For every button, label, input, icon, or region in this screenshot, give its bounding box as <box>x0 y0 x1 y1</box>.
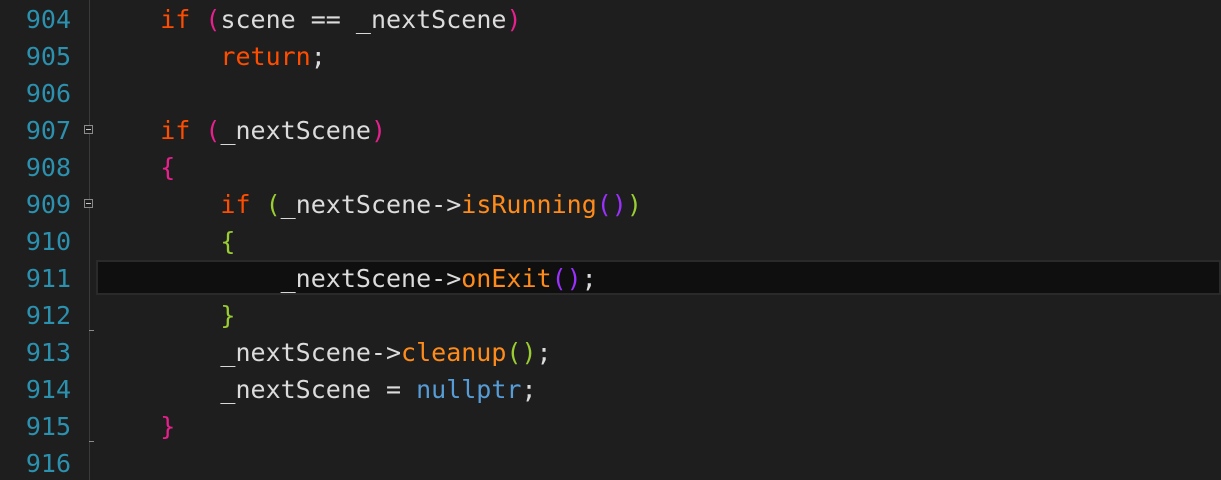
code-line[interactable]: 916 <box>0 445 1221 480</box>
code-token: ; <box>536 338 552 367</box>
code-token: } <box>220 301 236 330</box>
code-token: _nextScene-> <box>220 338 402 367</box>
code-text[interactable]: { <box>100 149 175 186</box>
code-token: ; <box>310 42 326 71</box>
code-token: ( <box>205 5 221 34</box>
code-text[interactable]: } <box>100 408 175 445</box>
code-token: return <box>220 42 311 71</box>
code-editor[interactable]: 904 if (scene == _nextScene) 905 return; 9… <box>0 0 1221 480</box>
code-token: ; <box>521 375 537 404</box>
code-token: isRunning <box>461 190 597 219</box>
code-line[interactable]: 904 if (scene == _nextScene) <box>0 1 1221 38</box>
line-number: 913 <box>25 338 71 367</box>
line-number: 907 <box>25 116 71 145</box>
code-token: { <box>160 153 176 182</box>
line-number: 910 <box>25 227 71 256</box>
code-text[interactable]: _nextScene->cleanup(); <box>100 334 552 371</box>
code-token: cleanup <box>401 338 507 367</box>
code-line[interactable]: 906 <box>0 75 1221 112</box>
fold-end-marker <box>89 330 94 331</box>
code-line[interactable]: 905 return; <box>0 38 1221 75</box>
line-number: 911 <box>25 264 71 293</box>
code-token: () <box>506 338 537 367</box>
code-line[interactable]: 911 _nextScene->onExit(); <box>0 260 1221 297</box>
line-number: 916 <box>25 449 71 478</box>
code-line[interactable]: 907 if (_nextScene) <box>0 112 1221 149</box>
code-token: if <box>160 5 191 34</box>
code-token: _nextScene-> <box>280 190 462 219</box>
code-line[interactable]: 914 _nextScene = nullptr; <box>0 371 1221 408</box>
code-text[interactable]: _nextScene = nullptr; <box>100 371 537 408</box>
code-line[interactable]: 910 { <box>0 223 1221 260</box>
code-token: _nextScene-> <box>280 264 462 293</box>
code-text[interactable]: { <box>100 223 235 260</box>
line-number: 915 <box>25 412 71 441</box>
code-text[interactable]: } <box>100 297 235 334</box>
code-token: if <box>220 190 251 219</box>
collapse-icon[interactable] <box>84 199 93 208</box>
code-text[interactable]: if (_nextScene->isRunning()) <box>100 186 642 223</box>
code-token: ( <box>265 190 281 219</box>
code-token: if <box>160 116 191 145</box>
code-text[interactable]: return; <box>100 38 326 75</box>
line-number: 905 <box>25 42 71 71</box>
code-token: ; <box>581 264 597 293</box>
code-token: ) <box>370 116 387 145</box>
code-token: ) <box>506 5 522 34</box>
code-token: ) <box>626 190 642 219</box>
line-number: 909 <box>25 190 71 219</box>
code-line[interactable]: 908 { <box>0 149 1221 186</box>
code-token: () <box>596 190 627 219</box>
code-token: onExit <box>461 264 552 293</box>
line-number: 914 <box>25 375 71 404</box>
code-token: () <box>551 264 582 293</box>
collapse-icon[interactable] <box>84 125 93 134</box>
fold-end-marker <box>89 441 94 442</box>
line-number: 908 <box>25 153 71 182</box>
code-token: { <box>220 227 236 256</box>
code-token: ( <box>205 116 221 145</box>
code-token: nullptr <box>416 375 522 404</box>
code-text[interactable]: if (scene == _nextScene) <box>100 1 522 38</box>
code-line[interactable]: 912 } <box>0 297 1221 334</box>
code-text[interactable]: if (_nextScene) <box>100 112 386 149</box>
code-line[interactable]: 913 _nextScene->cleanup(); <box>0 334 1221 371</box>
line-number: 904 <box>25 5 71 34</box>
code-token: _nextScene <box>220 116 371 145</box>
code-token: _nextScene = <box>220 375 417 404</box>
line-number: 906 <box>25 79 71 108</box>
code-token: } <box>160 412 176 441</box>
code-line[interactable]: 915 } <box>0 408 1221 445</box>
code-line[interactable]: 909 if (_nextScene->isRunning()) <box>0 186 1221 223</box>
code-token: scene == _nextScene <box>220 5 507 34</box>
code-text[interactable]: _nextScene->onExit(); <box>100 260 597 297</box>
line-number: 912 <box>25 301 71 330</box>
